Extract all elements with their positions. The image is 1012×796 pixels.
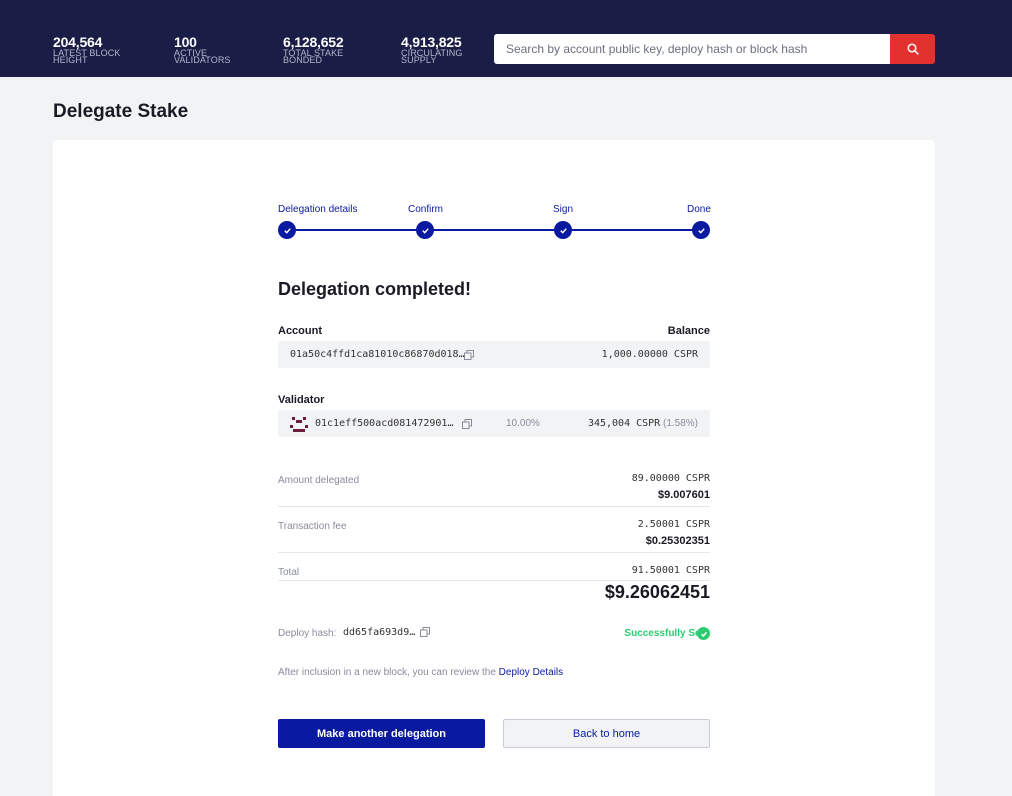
copy-icon[interactable] — [462, 419, 472, 429]
transaction-fee-row: Transaction fee 2.50001 CSPR $0.25302351 — [278, 516, 710, 553]
stat-circulating-supply: 4,913,825 CIRCULATING SUPPLY — [401, 34, 491, 65]
search-input[interactable] — [494, 34, 891, 64]
amount-delegated-usd: $9.007601 — [658, 489, 710, 501]
step-label-details: Delegation details — [278, 204, 358, 215]
validator-row: 01c1eff500acd081472901… 10.00% 345,004 C… — [278, 410, 710, 437]
step-label-sign: Sign — [553, 204, 574, 215]
step-check-icon — [416, 221, 434, 239]
stat-block-height: 204,564 LATEST BLOCK HEIGHT — [53, 34, 143, 65]
success-check-icon — [697, 627, 710, 640]
validator-stake-share: (1.58%) — [662, 418, 698, 429]
validator-stake-amount: 345,004 CSPR — [587, 418, 661, 429]
account-public-key: 01a50c4ffd1ca81010c86870d018… — [290, 349, 465, 360]
total-cspr: 91.50001 CSPR — [631, 565, 710, 576]
transaction-fee-usd: $0.25302351 — [645, 535, 710, 547]
step-check-icon — [278, 221, 296, 239]
total-row: Total 91.50001 CSPR — [278, 562, 710, 581]
step-check-icon — [692, 221, 710, 239]
stat-label: CIRCULATING SUPPLY — [401, 48, 463, 65]
progress-stepper: Delegation details Confirm Sign Done — [278, 204, 711, 244]
amount-delegated-cspr: 89.00000 CSPR — [631, 473, 710, 484]
transaction-fee-label: Transaction fee — [278, 521, 347, 532]
stat-label: ACTIVE VALIDATORS — [174, 48, 231, 65]
step-check-icon — [554, 221, 572, 239]
stat-label: TOTAL STAKE BONDED — [283, 48, 344, 65]
stat-total-stake: 6,128,652 TOTAL STAKE BONDED — [283, 34, 373, 65]
copy-icon[interactable] — [464, 350, 474, 360]
deploy-details-link[interactable]: Deploy Details — [499, 667, 563, 678]
page-title: Delegate Stake — [53, 101, 189, 122]
stat-active-validators: 100 ACTIVE VALIDATORS — [174, 34, 264, 65]
balance-label: Balance — [667, 325, 710, 337]
total-label: Total — [278, 567, 300, 578]
amount-delegated-label: Amount delegated — [278, 475, 360, 486]
validator-stake: 345,004 CSPR (1.58%) — [588, 418, 698, 429]
deploy-hash-value: dd65fa693d9… — [343, 627, 416, 638]
deploy-hash-label: Deploy hash: — [278, 628, 337, 639]
completion-heading: Delegation completed! — [278, 279, 472, 299]
search-icon — [906, 43, 919, 55]
deploy-note: After inclusion in a new block, you can … — [278, 667, 563, 678]
account-balance: 1,000.00000 CSPR — [601, 349, 698, 360]
copy-icon[interactable] — [420, 627, 430, 637]
account-label: Account — [278, 325, 322, 337]
total-usd: $9.26062451 — [604, 582, 710, 602]
amount-delegated-row: Amount delegated 89.00000 CSPR $9.007601 — [278, 470, 710, 507]
step-label-confirm: Confirm — [408, 204, 444, 215]
total-usd-row: $9.26062451 — [278, 580, 710, 604]
stepper-line — [287, 229, 701, 231]
stat-label: LATEST BLOCK HEIGHT — [53, 48, 121, 65]
search-button[interactable] — [890, 34, 935, 64]
validator-public-key: 01c1eff500acd081472901… — [315, 418, 454, 429]
top-bar: 204,564 LATEST BLOCK HEIGHT 100 ACTIVE V… — [0, 0, 1012, 77]
transaction-fee-cspr: 2.50001 CSPR — [637, 519, 710, 530]
make-another-delegation-button[interactable]: Make another delegation — [278, 719, 485, 748]
deploy-note-text: After inclusion in a new block, you can … — [278, 667, 499, 678]
validator-avatar — [290, 417, 308, 432]
account-row: 01a50c4ffd1ca81010c86870d018… 1,000.0000… — [278, 341, 710, 368]
step-label-done: Done — [687, 204, 711, 215]
validator-label: Validator — [278, 394, 325, 406]
validator-commission: 10.00% — [506, 418, 540, 429]
back-to-home-button[interactable]: Back to home — [503, 719, 710, 748]
